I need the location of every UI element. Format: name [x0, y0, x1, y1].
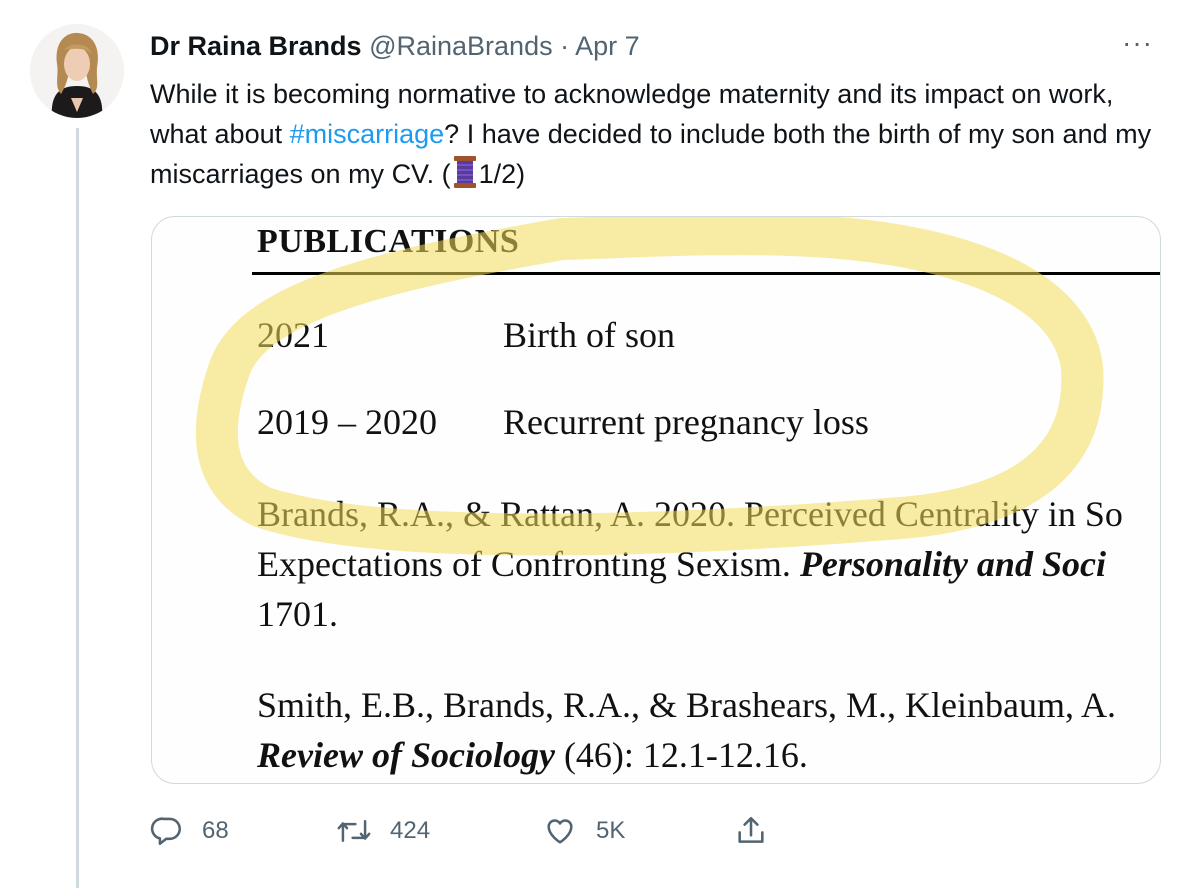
author-photo: [30, 24, 124, 118]
share-icon: [734, 814, 768, 848]
citation-1-line-3: 1701.: [257, 594, 338, 634]
citation-2-line-1: Smith, E.B., Brands, R.A., & Brashears, …: [257, 685, 1116, 725]
tweet-header: Dr Raina Brands @RainaBrands · Apr 7: [150, 26, 640, 66]
reply-count: 68: [202, 817, 229, 844]
cv-document: PUBLICATIONS 2021 Birth of son 2019 – 20…: [152, 217, 1160, 783]
header-separator: ·: [560, 31, 570, 61]
tweet-actions: 68 424 5K: [150, 808, 790, 854]
tweet-text-part3: 1/2): [478, 159, 526, 189]
cv-heading: PUBLICATIONS: [257, 223, 520, 260]
like-icon: [542, 814, 578, 848]
citation-1-line-2: Expectations of Confronting Sexism. Pers…: [257, 543, 1106, 585]
tweet-date[interactable]: Apr 7: [575, 31, 640, 61]
tweet-text: While it is becoming normative to acknow…: [150, 74, 1160, 200]
retweet-icon: [336, 814, 372, 848]
cv-entry-year: 2021: [257, 315, 329, 355]
citation-2-journal: Review of Sociology: [257, 735, 555, 775]
hashtag-link[interactable]: #miscarriage: [290, 119, 445, 149]
cv-heading-rule: [252, 272, 1160, 275]
more-options-icon[interactable]: ···: [1122, 28, 1153, 58]
citation-1-journal: Personality and Soci: [799, 544, 1106, 584]
author-name[interactable]: Dr Raina Brands: [150, 31, 362, 61]
like-button[interactable]: 5K: [542, 808, 625, 854]
citation-1-text: Expectations of Confronting Sexism.: [257, 544, 800, 584]
reply-button[interactable]: 68: [150, 808, 229, 854]
cv-entry-event: Birth of son: [503, 315, 676, 355]
avatar[interactable]: [30, 24, 124, 118]
cv-entry-event: Recurrent pregnancy loss: [503, 402, 869, 442]
citation-2-line-2: Review of Sociology (46): 12.1-12.16.: [257, 734, 808, 776]
citation-2-text: (46): 12.1-12.16.: [554, 735, 808, 775]
retweet-button[interactable]: 424: [336, 808, 430, 854]
thread-spool-emoji: [452, 155, 478, 200]
like-count: 5K: [596, 817, 626, 844]
reply-icon: [150, 814, 184, 848]
cv-entry-year: 2019 – 2020: [257, 402, 437, 442]
citation-1-line-1: Brands, R.A., & Rattan, A. 2020. Perceiv…: [257, 494, 1123, 534]
share-button[interactable]: [734, 808, 768, 854]
tweet-image[interactable]: PUBLICATIONS 2021 Birth of son 2019 – 20…: [151, 216, 1161, 784]
thread-line: [76, 128, 79, 888]
retweet-count: 424: [390, 817, 431, 844]
author-handle[interactable]: @RainaBrands: [369, 31, 553, 61]
